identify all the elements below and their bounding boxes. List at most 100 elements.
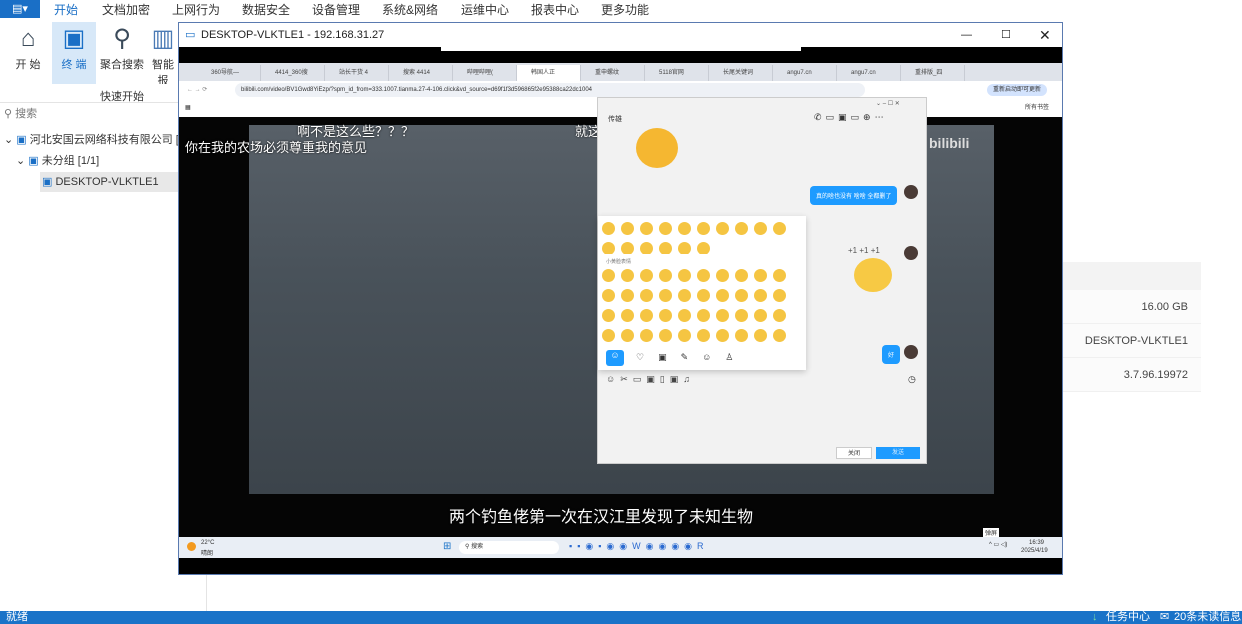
- window-controls[interactable]: ⌄ – ☐ ✕: [876, 100, 900, 107]
- avatar: [904, 185, 918, 199]
- avatar: [904, 345, 918, 359]
- unread-messages-link[interactable]: 20条未读信息: [1174, 611, 1241, 624]
- browser-tab[interactable]: 5118官网: [645, 65, 709, 81]
- browser-tab[interactable]: 搜索 4414: [389, 65, 453, 81]
- ribbon-terminal-button[interactable]: ▣ 终 端: [52, 22, 96, 84]
- sticker-character: [854, 258, 892, 292]
- emoji-section-label: 小黄脸表情: [606, 259, 632, 265]
- taskbar-search[interactable]: ⚲ 搜索: [459, 541, 559, 554]
- menu-system-network[interactable]: 系统&网络: [382, 1, 438, 18]
- clock-date: 2025/4/19: [1021, 548, 1048, 554]
- browser-tab[interactable]: angu7.cn: [773, 65, 837, 81]
- sticker-plus-one: +1 +1 +1: [848, 246, 880, 255]
- ribbon-search-button[interactable]: ⚲ 聚合搜索: [100, 22, 144, 84]
- sidebar-search-input[interactable]: ⚲ 搜索: [0, 104, 178, 124]
- windows-start-icon[interactable]: ⊞: [443, 541, 451, 552]
- windows-taskbar: 22°C 晴朗 ⊞ ⚲ 搜索 ▪▪◉▪◉◉W◉◉◉◉R ^ ▭ ◁) 16:39…: [179, 537, 1062, 558]
- update-button[interactable]: 重新启动即可更新: [987, 84, 1048, 96]
- menu-bar: ▤▾ 开始 文档加密 上网行为 数据安全 设备管理 系统&网络 运维中心 报表中…: [0, 0, 1242, 20]
- input-toolbar-icons[interactable]: ☺✂▭▣▯▣♫: [606, 374, 695, 385]
- ribbon-home-button[interactable]: ⌂ 开 始: [6, 22, 50, 84]
- chat-title: 传雄: [608, 116, 622, 123]
- details-header: [1063, 262, 1201, 290]
- search-icon: ⚲: [113, 25, 131, 52]
- taskbar-app-icons[interactable]: ▪▪◉▪◉◉W◉◉◉◉R: [569, 541, 709, 552]
- emoji-grid[interactable]: [598, 265, 806, 349]
- menu-ops[interactable]: 运维中心: [461, 1, 509, 18]
- maximize-icon[interactable]: ☐: [1001, 23, 1011, 47]
- group-icon: ▣: [16, 134, 27, 146]
- history-icon[interactable]: ◷: [908, 374, 916, 385]
- browser-tab[interactable]: 长尾关键词: [709, 65, 773, 81]
- browser-tab[interactable]: 哔哩哔哩(: [453, 65, 517, 81]
- menu-reports[interactable]: 报表中心: [531, 1, 579, 18]
- close-button[interactable]: 关闭: [836, 447, 872, 459]
- mail-icon: ✉: [1160, 611, 1170, 623]
- emoji-panel[interactable]: 小黄脸表情 ☺ ♡▣✎☺♙: [598, 216, 806, 370]
- report-icon: ▥: [151, 25, 175, 52]
- tree-item-company[interactable]: ⌄ ▣ 河北安国云网络科技有限公司 [1/1]: [4, 130, 197, 150]
- search-icon: ⚲: [4, 108, 16, 120]
- chat-toolbar-icons[interactable]: ✆▭▣▭⊕⋯: [814, 112, 888, 123]
- message-bubble: 真的啥也没有 啥啥 全都删了: [810, 186, 898, 205]
- weather-icon: [187, 542, 196, 551]
- search-label: 搜索: [471, 544, 484, 550]
- emoji-tab-smiley[interactable]: ☺: [606, 350, 624, 366]
- ribbon: ⌂ 开 始 ▣ 终 端 ⚲ 聚合搜索 ▥ 智能报 快速开始: [0, 18, 178, 103]
- tray-icons[interactable]: ^ ▭ ◁): [989, 541, 1007, 548]
- bilibili-watermark: bilibili: [929, 135, 970, 151]
- task-center-link[interactable]: 任务中心: [1106, 611, 1150, 624]
- browser-tab[interactable]: 重申螺纹: [581, 65, 645, 81]
- browser-tab[interactable]: 韩国人正: [517, 65, 581, 81]
- status-bar: 就绪 ↓ 任务中心 ✉ 20条未读信息: [0, 611, 1242, 624]
- tree-item-desktop[interactable]: ▣ DESKTOP-VLKTLE1: [40, 172, 178, 192]
- nav-icons[interactable]: ← → ⟳: [187, 87, 207, 93]
- close-icon[interactable]: ✕: [1039, 23, 1051, 47]
- menu-data-security[interactable]: 数据安全: [242, 1, 290, 18]
- weather-temp: 22°C: [201, 540, 215, 546]
- app-menu-icon[interactable]: ▤▾: [0, 0, 40, 18]
- remote-toolbar-strip: [441, 47, 801, 51]
- danmaku-toggle[interactable]: 弹屏: [983, 528, 1000, 537]
- computer-icon: ▣: [42, 176, 53, 188]
- minimize-icon[interactable]: —: [961, 23, 972, 47]
- tree-item-ungrouped[interactable]: ⌄ ▣ 未分组 [1/1]: [16, 151, 99, 171]
- browser-tab[interactable]: 重排版_四: [901, 65, 965, 81]
- download-icon: ↓: [1092, 611, 1098, 623]
- browser-tab[interactable]: 4414_360搜: [261, 65, 325, 81]
- browser-tab[interactable]: 站长干货 4: [325, 65, 389, 81]
- remote-desktop-window[interactable]: ▭ DESKTOP-VLKTLE1 - 192.168.31.27 — ☐ ✕ …: [178, 22, 1063, 575]
- monitor-icon: ▭: [185, 29, 196, 41]
- terminal-icon: ▣: [62, 25, 86, 52]
- send-button[interactable]: 发送: [876, 447, 920, 459]
- browser-tab-strip: 360导航— 4414_360搜 站长干货 4 搜索 4414 哔哩哔哩(韩国人正 重申螺…: [179, 63, 1062, 81]
- window-title: DESKTOP-VLKTLE1 - 192.168.31.27: [201, 29, 385, 41]
- label: DESKTOP-VLKTLE1: [55, 176, 159, 188]
- browser-tab[interactable]: 360导航—: [197, 65, 261, 81]
- apps-icon[interactable]: ▦: [185, 105, 191, 111]
- menu-internet[interactable]: 上网行为: [172, 1, 220, 18]
- video-subtitle: 两个钓鱼佬第一次在汉江里发现了未知生物: [449, 509, 754, 526]
- label: 未分组 [1/1]: [41, 155, 100, 167]
- remote-title-bar: ▭ DESKTOP-VLKTLE1 - 192.168.31.27 — ☐ ✕: [179, 23, 1062, 47]
- ribbon-report-button[interactable]: ▥ 智能报: [148, 22, 178, 84]
- emoji-tab-icons[interactable]: ♡▣✎☺♙: [636, 352, 747, 363]
- detail-hostname: DESKTOP-VLKTLE1: [1063, 324, 1201, 358]
- url-input[interactable]: bilibili.com/video/BV1Gwd8YiEzp/?spm_id_…: [235, 83, 865, 97]
- menu-doc-encrypt[interactable]: 文档加密: [102, 1, 150, 18]
- label: 开 始: [15, 59, 41, 71]
- emoji-grid-top[interactable]: [598, 216, 806, 254]
- home-icon: ⌂: [20, 25, 36, 52]
- browser-tab[interactable]: angu7.cn: [837, 65, 901, 81]
- all-bookmarks[interactable]: 所有书签: [1025, 99, 1049, 117]
- menu-device[interactable]: 设备管理: [312, 1, 360, 18]
- menu-more[interactable]: 更多功能: [601, 1, 649, 18]
- message-bubble: 好: [882, 345, 901, 364]
- chat-window[interactable]: ⌄ – ☐ ✕ 传雄 ✆▭▣▭⊕⋯ 真的啥也没有 啥啥 全都删了 +1 +1 +…: [597, 97, 927, 464]
- avatar: [904, 246, 918, 260]
- label: 终 端: [61, 59, 87, 71]
- detail-version: 3.7.96.19972: [1063, 358, 1201, 392]
- group-icon: ▣: [28, 155, 39, 167]
- divider: [206, 575, 207, 611]
- clock-time: 16:39: [1029, 540, 1045, 546]
